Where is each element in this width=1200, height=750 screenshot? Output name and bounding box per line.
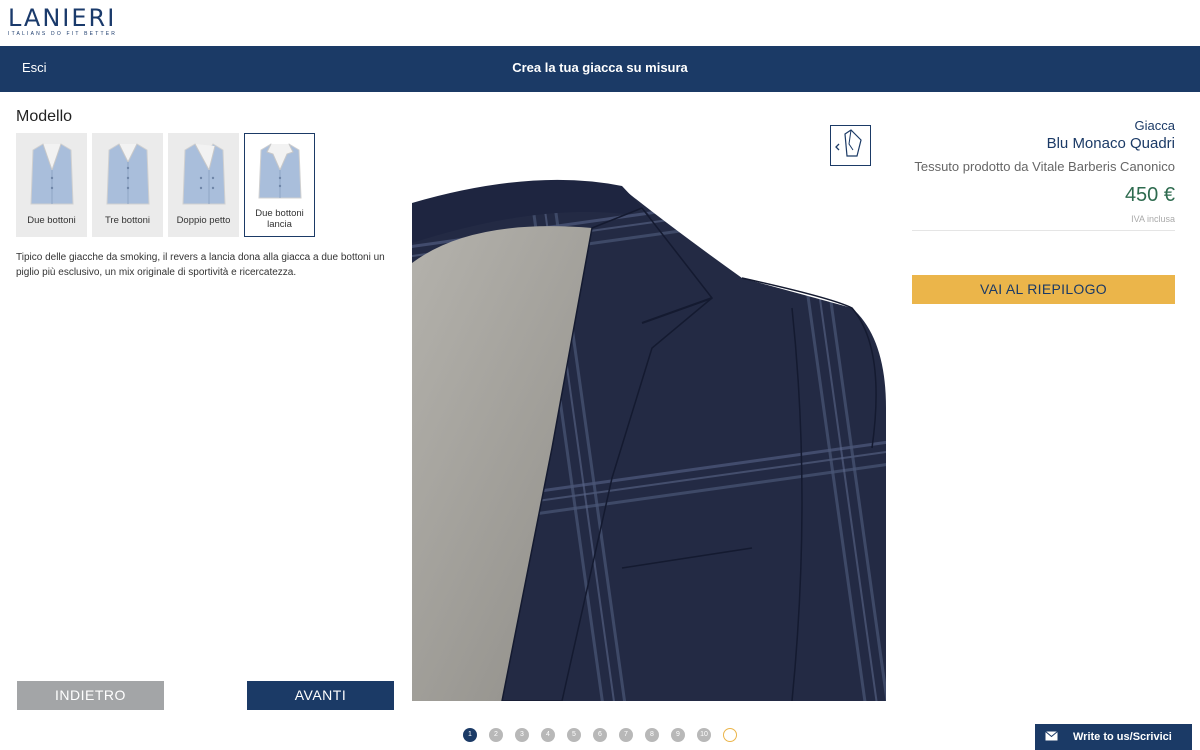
- product-summary: Giacca Blu Monaco Quadri Tessuto prodott…: [912, 118, 1175, 231]
- model-option-doppio-petto[interactable]: Doppio petto: [168, 133, 239, 237]
- model-option-label: Doppio petto: [176, 215, 231, 226]
- next-button[interactable]: AVANTI: [247, 681, 394, 710]
- envelope-icon: [1045, 731, 1058, 741]
- jacket-peak-lapel-icon: [258, 143, 302, 199]
- step-dot[interactable]: 9: [671, 728, 685, 742]
- section-title: Modello: [16, 108, 73, 125]
- brand-logo[interactable]: LANIERI ITALIANS DO FIT BETTER: [8, 6, 117, 37]
- step-dot[interactable]: 5: [567, 728, 581, 742]
- jacket-two-button-icon: [30, 143, 74, 205]
- step-dot[interactable]: 2: [489, 728, 503, 742]
- step-pager: 1 2 3 4 5 6 7 8 9 10: [463, 728, 737, 742]
- product-fabric: Tessuto prodotto da Vitale Barberis Cano…: [914, 159, 1175, 174]
- contact-label: Write to us/Scrivici: [1073, 731, 1172, 743]
- rotate-view-icon: [835, 129, 862, 157]
- step-dot[interactable]: 8: [645, 728, 659, 742]
- model-option-tre-bottoni[interactable]: Tre bottoni: [92, 133, 163, 237]
- divider: [912, 230, 1175, 231]
- model-option-due-bottoni[interactable]: Due bottoni: [16, 133, 87, 237]
- model-options: Due bottoni Tre bottoni Doppio petto Due…: [16, 133, 315, 237]
- summary-button[interactable]: VAI AL RIEPILOGO: [912, 275, 1175, 304]
- step-dot-final[interactable]: [723, 728, 737, 742]
- step-dot[interactable]: 10: [697, 728, 711, 742]
- contact-button[interactable]: Write to us/Scrivici: [1035, 724, 1192, 750]
- product-name: Blu Monaco Quadri: [1046, 135, 1175, 152]
- nav-bar: Esci Crea la tua giacca su misura: [0, 46, 1200, 92]
- rotate-view-button[interactable]: [830, 125, 871, 166]
- step-dot[interactable]: 6: [593, 728, 607, 742]
- back-button[interactable]: INDIETRO: [17, 681, 164, 710]
- page-title: Crea la tua giacca su misura: [512, 60, 688, 75]
- step-dot[interactable]: 1: [463, 728, 477, 742]
- model-option-due-bottoni-lancia[interactable]: Due bottoni lancia: [244, 133, 315, 237]
- header: LANIERI ITALIANS DO FIT BETTER: [0, 0, 1200, 46]
- product-category: Giacca: [1134, 118, 1175, 133]
- model-panel: Modello Due bottoni Tre bottoni Doppio p…: [16, 108, 396, 278]
- jacket-preview-image: [412, 148, 886, 701]
- step-dot[interactable]: 7: [619, 728, 633, 742]
- model-option-label: Due bottoni: [27, 215, 76, 226]
- jacket-illustration: [412, 179, 886, 701]
- jacket-double-breasted-icon: [182, 143, 226, 205]
- jacket-three-button-icon: [106, 143, 150, 205]
- step-dot[interactable]: 3: [515, 728, 529, 742]
- model-option-label: Due bottoni lancia: [255, 208, 304, 230]
- step-dot[interactable]: 4: [541, 728, 555, 742]
- model-description: Tipico delle giacche da smoking, il reve…: [16, 252, 385, 278]
- vat-note: IVA inclusa: [1131, 214, 1175, 224]
- brand-name: LANIERI: [8, 4, 117, 32]
- brand-tagline: ITALIANS DO FIT BETTER: [8, 31, 118, 37]
- model-option-label: Tre bottoni: [104, 215, 151, 226]
- product-price: 450 €: [1124, 184, 1175, 206]
